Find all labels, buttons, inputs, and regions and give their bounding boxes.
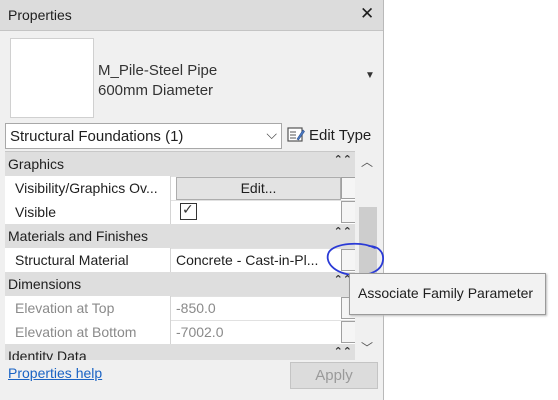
param-value: Concrete - Cast-in-Pl... <box>176 252 319 268</box>
visible-checkbox[interactable]: ✓ <box>180 201 197 220</box>
category-filter-label: Structural Foundations (1) <box>10 128 184 145</box>
apply-button[interactable]: Apply <box>290 362 378 389</box>
properties-help-link[interactable]: Properties help <box>8 365 102 381</box>
param-value: -7002.0 <box>176 324 224 340</box>
param-row-structural-material: Structural Material Concrete - Cast-in-P… <box>5 248 355 273</box>
structural-material-value[interactable]: Concrete - Cast-in-Pl... <box>171 248 341 272</box>
group-label: Materials and Finishes <box>8 228 149 244</box>
panel-title: Properties <box>8 7 72 23</box>
group-graphics[interactable]: Graphics ⌃⌃ <box>5 152 355 177</box>
param-name: Structural Material <box>15 252 129 268</box>
type-selector[interactable]: M_Pile-Steel Pipe 600mm Diameter ▼ <box>8 37 378 118</box>
chevron-down-icon[interactable]: ⌵ <box>266 126 277 143</box>
category-filter-dropdown[interactable]: Structural Foundations (1) ⌵ <box>5 123 282 149</box>
tooltip: Associate Family Parameter <box>349 273 546 315</box>
close-icon[interactable]: ✕ <box>360 4 374 24</box>
param-row-elevation-bottom: Elevation at Bottom -7002.0 <box>5 320 355 345</box>
group-label: Graphics <box>8 156 65 172</box>
group-dimensions[interactable]: Dimensions ⌃⌃ <box>5 272 355 297</box>
properties-titlebar: Properties ✕ <box>0 0 383 31</box>
edit-type-label: Edit Type <box>309 127 372 144</box>
properties-panel: Properties ✕ M_Pile-Steel Pipe 600mm Dia… <box>0 0 384 400</box>
edit-type-icon <box>287 127 305 142</box>
param-name: Visible <box>15 204 56 220</box>
collapse-icon[interactable]: ⌃⌃ <box>334 153 352 166</box>
param-value: -850.0 <box>176 300 216 316</box>
type-name-line1: M_Pile-Steel Pipe <box>98 62 218 79</box>
group-label: Dimensions <box>8 276 82 292</box>
properties-grid: Graphics ⌃⌃ Visibility/Graphics Ov... Ed… <box>5 151 355 360</box>
param-name-cell: Visibility/Graphics Ov... <box>5 176 171 200</box>
associate-param-button[interactable] <box>341 201 355 223</box>
collapse-icon[interactable]: ⌃⌃ <box>334 225 352 238</box>
param-name: Elevation at Bottom <box>15 324 137 340</box>
visibility-edit-button[interactable]: Edit... <box>176 177 341 200</box>
type-name-line2: 600mm Diameter <box>98 82 214 99</box>
param-name-cell: Visible <box>5 200 171 224</box>
param-name-cell: Elevation at Top <box>5 296 171 320</box>
param-name-cell: Elevation at Bottom <box>5 320 171 344</box>
dropdown-arrow-icon[interactable]: ▼ <box>365 70 375 81</box>
group-label: Identity Data <box>8 348 87 360</box>
associate-param-button[interactable] <box>341 321 355 343</box>
tooltip-text: Associate Family Parameter <box>358 285 534 301</box>
param-name-cell: Structural Material <box>5 248 171 272</box>
associate-param-button[interactable] <box>341 177 355 199</box>
param-row-visible: Visible ✓ <box>5 200 355 225</box>
collapse-icon[interactable]: ⌃⌃ <box>334 345 352 358</box>
group-materials-finishes[interactable]: Materials and Finishes ⌃⌃ <box>5 224 355 249</box>
check-icon: ✓ <box>182 201 194 217</box>
scroll-up-icon[interactable]: ︿ <box>361 153 373 170</box>
param-row-elevation-top: Elevation at Top -850.0 <box>5 296 355 321</box>
param-name: Elevation at Top <box>15 300 115 316</box>
group-identity-data[interactable]: Identity Data ⌃⌃ <box>5 344 355 360</box>
elevation-top-value: -850.0 <box>171 296 341 320</box>
type-name: M_Pile-Steel Pipe 600mm Diameter <box>98 61 217 101</box>
param-row-visibility-graphics: Visibility/Graphics Ov... Edit... <box>5 176 355 201</box>
param-name: Visibility/Graphics Ov... <box>15 180 158 196</box>
elevation-bottom-value: -7002.0 <box>171 320 341 344</box>
type-preview-image <box>10 38 94 118</box>
scroll-down-icon[interactable]: ﹀ <box>361 339 373 356</box>
